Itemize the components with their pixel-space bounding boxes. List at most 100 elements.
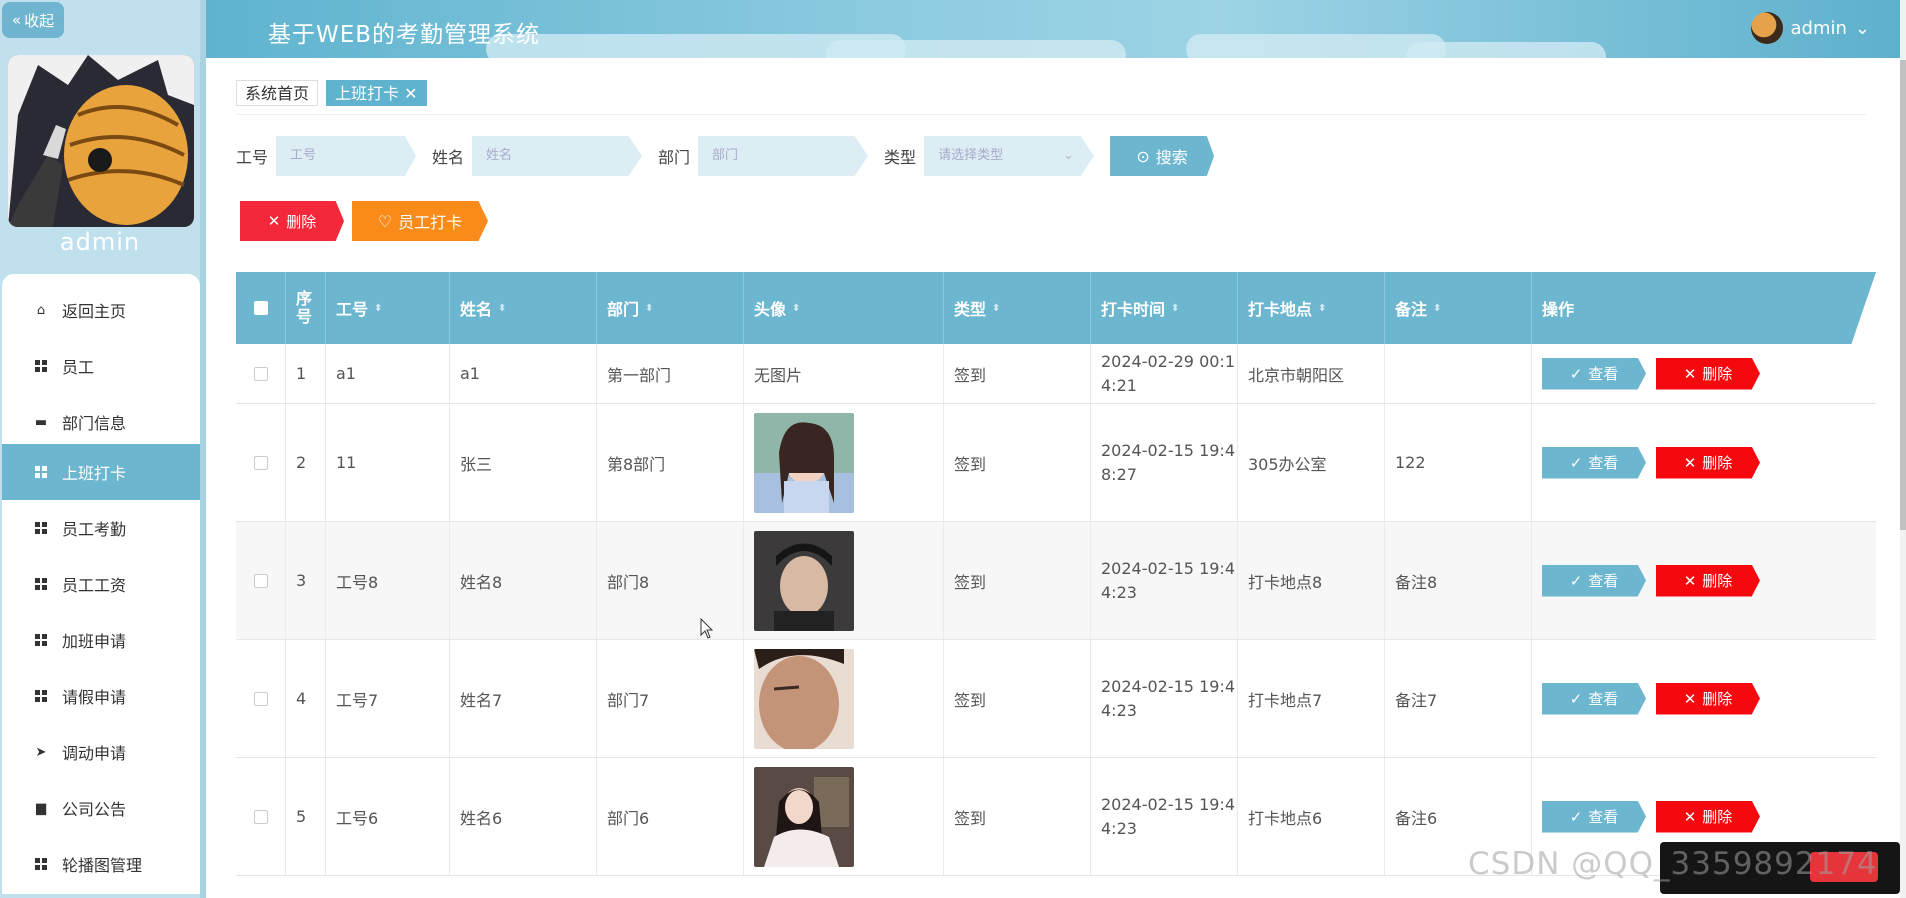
- cell-place: 打卡地点7: [1238, 640, 1385, 757]
- send-icon: ➤: [35, 744, 47, 760]
- grid-icon: [34, 465, 48, 479]
- select-all-checkbox[interactable]: [253, 301, 268, 315]
- delete-button[interactable]: ✕ 删除: [1656, 682, 1760, 715]
- sidebar-item-department[interactable]: ▬ 部门信息: [2, 394, 200, 450]
- collapse-label: 收起: [24, 11, 55, 30]
- check-circle-icon: ⊙: [1136, 146, 1150, 166]
- sidebar: « 收起 admin ⌂ 返回主页 员工 ▬ 部门信息 上班打卡 员工考勤 员工…: [0, 0, 206, 898]
- name-input[interactable]: 姓名: [472, 136, 643, 176]
- cell-note: 备注8: [1385, 522, 1532, 639]
- cell-place: 打卡地点6: [1238, 758, 1385, 875]
- user-menu[interactable]: admin ⌄: [1750, 12, 1870, 44]
- employee-punch-button[interactable]: ♡ 员工打卡: [352, 201, 488, 241]
- type-label: 类型: [884, 148, 917, 167]
- user-name: admin: [1790, 17, 1847, 39]
- row-checkbox[interactable]: [253, 691, 268, 706]
- close-icon: ✕: [1683, 807, 1697, 826]
- cell-avatar: [744, 640, 944, 757]
- col-avatar[interactable]: 头像 ⬍: [744, 272, 944, 344]
- cell-type: 签到: [944, 522, 1091, 639]
- grid-icon: [34, 359, 48, 373]
- checkin-table: 序号 工号 ⬍ 姓名 ⬍ 部门 ⬍ 头像 ⬍ 类型 ⬍ 打卡时间 ⬍ 打卡地点 ⬍ 备注 ⬍ 操…: [236, 272, 1876, 876]
- cell-ops: ✓ 查看 ✕ 删除: [1532, 404, 1876, 521]
- cell-index: 1: [286, 344, 326, 403]
- tab-home[interactable]: 系统首页: [236, 80, 319, 106]
- sidebar-item-carousel[interactable]: 轮播图管理: [2, 836, 200, 892]
- col-place[interactable]: 打卡地点 ⬍: [1238, 272, 1385, 344]
- col-dept[interactable]: 部门 ⬍: [597, 272, 744, 344]
- dept-input[interactable]: 部门: [698, 136, 869, 176]
- sidebar-item-notice[interactable]: ▆ 公司公告: [2, 780, 200, 836]
- view-button[interactable]: ✓ 查看: [1542, 800, 1646, 833]
- collapse-button[interactable]: « 收起: [2, 2, 64, 38]
- cell-time: 2024-02-29 00:1 4:21: [1091, 344, 1238, 403]
- cell-dept: 部门6: [597, 758, 744, 875]
- view-button[interactable]: ✓ 查看: [1542, 357, 1646, 390]
- sidebar-item-employee[interactable]: 员工: [2, 338, 200, 394]
- cell-avatar: [744, 522, 944, 639]
- cell-avatar: [744, 404, 944, 521]
- view-button[interactable]: ✓ 查看: [1542, 682, 1646, 715]
- cell-type: 签到: [944, 640, 1091, 757]
- batch-delete-button[interactable]: ✕ 删除: [240, 201, 344, 241]
- cell-ops: ✓ 查看 ✕ 删除: [1532, 522, 1876, 639]
- sidebar-item-overtime[interactable]: 加班申请: [2, 612, 200, 668]
- close-icon[interactable]: ✕: [404, 84, 417, 103]
- cell-time: 2024-02-15 19:4 4:23: [1091, 640, 1238, 757]
- cell-time: 2024-02-15 19:4 4:23: [1091, 758, 1238, 875]
- cell-time: 2024-02-15 19:4 8:27: [1091, 404, 1238, 521]
- search-button[interactable]: ⊙ 搜索: [1110, 136, 1215, 176]
- cell-note: [1385, 344, 1532, 403]
- tab-checkin[interactable]: 上班打卡 ✕: [326, 80, 427, 106]
- table-header: 序号 工号 ⬍ 姓名 ⬍ 部门 ⬍ 头像 ⬍ 类型 ⬍ 打卡时间 ⬍ 打卡地点 ⬍ 备注 ⬍ 操…: [236, 272, 1876, 344]
- sidebar-item-label: 返回主页: [62, 302, 127, 321]
- type-select-value: 请选择类型: [938, 148, 1004, 163]
- check-icon: ✓: [1569, 453, 1583, 472]
- cell-dept: 部门8: [597, 522, 744, 639]
- col-name[interactable]: 姓名 ⬍: [450, 272, 597, 344]
- view-button[interactable]: ✓ 查看: [1542, 564, 1646, 597]
- sidebar-item-leave[interactable]: 请假申请: [2, 668, 200, 724]
- col-type[interactable]: 类型 ⬍: [944, 272, 1091, 344]
- chevron-down-icon: ⌄: [1063, 148, 1075, 163]
- type-select[interactable]: 请选择类型 ⌄: [924, 136, 1095, 176]
- close-icon: ✕: [1683, 689, 1697, 708]
- cell-index: 3: [286, 522, 326, 639]
- grid-icon: [34, 689, 48, 703]
- tab-label: 上班打卡: [335, 84, 400, 103]
- cell-place: 北京市朝阳区: [1238, 344, 1385, 403]
- delete-button[interactable]: ✕ 删除: [1656, 357, 1760, 390]
- sidebar-item-checkin[interactable]: 上班打卡: [2, 444, 200, 500]
- delete-button[interactable]: ✕ 删除: [1656, 800, 1760, 833]
- heart-icon: ♡: [377, 211, 393, 231]
- sidebar-item-label: 上班打卡: [62, 464, 127, 483]
- sidebar-item-salary[interactable]: 员工工资: [2, 556, 200, 612]
- check-icon: ✓: [1569, 571, 1583, 590]
- sidebar-item-home[interactable]: ⌂ 返回主页: [2, 282, 200, 338]
- sidebar-item-attendance[interactable]: 员工考勤: [2, 500, 200, 556]
- delete-button[interactable]: ✕ 删除: [1656, 564, 1760, 597]
- row-checkbox[interactable]: [253, 809, 268, 824]
- row-checkbox[interactable]: [253, 455, 268, 470]
- row-checkbox[interactable]: [253, 573, 268, 588]
- sidebar-item-transfer[interactable]: ➤ 调动申请: [2, 724, 200, 780]
- printer-icon: ▆: [36, 800, 46, 816]
- col-emp-no[interactable]: 工号 ⬍: [326, 272, 450, 344]
- col-note[interactable]: 备注 ⬍: [1385, 272, 1532, 344]
- view-button[interactable]: ✓ 查看: [1542, 446, 1646, 479]
- cell-time: 2024-02-15 19:4 4:23: [1091, 522, 1238, 639]
- cell-avatar: [744, 758, 944, 875]
- sidebar-menu: ⌂ 返回主页 员工 ▬ 部门信息 上班打卡 员工考勤 员工工资 加班申请 请假申…: [2, 274, 200, 894]
- sidebar-item-label: 请假申请: [62, 688, 127, 707]
- col-time[interactable]: 打卡时间 ⬍: [1091, 272, 1238, 344]
- action-bar: ✕ 删除 ♡ 员工打卡: [240, 201, 488, 241]
- page-scrollbar[interactable]: [1900, 0, 1906, 898]
- cell-avatar-text: 无图片: [744, 344, 944, 403]
- emp-no-input[interactable]: 工号: [276, 136, 417, 176]
- delete-button[interactable]: ✕ 删除: [1656, 446, 1760, 479]
- cell-ops: ✓ 查看 ✕ 删除: [1532, 344, 1876, 403]
- tab-bar: 系统首页 上班打卡 ✕: [236, 80, 427, 106]
- grid-icon: [34, 577, 48, 591]
- row-checkbox[interactable]: [253, 366, 268, 381]
- sidebar-item-label: 员工工资: [62, 576, 127, 595]
